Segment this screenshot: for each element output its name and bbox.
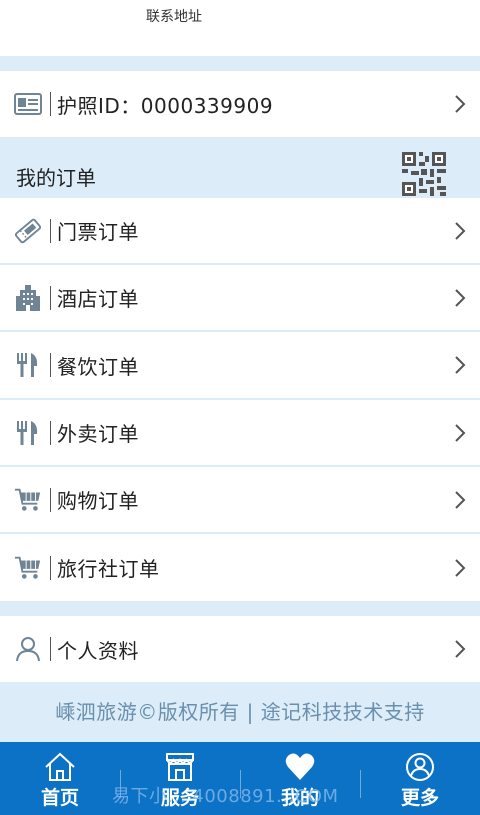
passport-id: 护照ID：0000339909 bbox=[57, 93, 274, 118]
id-card-icon bbox=[14, 90, 42, 118]
separator bbox=[50, 487, 51, 512]
store-icon bbox=[166, 753, 194, 781]
ticket-icon bbox=[14, 217, 42, 245]
order-item-label: 门票订单 bbox=[57, 220, 139, 244]
cart-icon bbox=[14, 554, 42, 582]
heart-icon bbox=[285, 753, 315, 780]
tab-label: 首页 bbox=[40, 787, 79, 809]
hotel-icon bbox=[14, 284, 42, 312]
order-item-hotel[interactable]: 酒店订单 bbox=[0, 265, 480, 330]
tab-label: 更多 bbox=[400, 787, 439, 809]
tab-mine[interactable]: 我的 bbox=[240, 742, 360, 815]
fork-knife-icon bbox=[14, 419, 42, 447]
tab-label: 服务 bbox=[160, 787, 199, 809]
passport-row[interactable]: 护照ID：0000339909 bbox=[0, 71, 480, 196]
qr-code-icon[interactable] bbox=[402, 152, 446, 196]
profile-label: 个人资料 bbox=[57, 638, 139, 663]
address-section: 联系地址 bbox=[0, 0, 480, 56]
order-item-travel-agency[interactable]: 旅行社订单 bbox=[0, 534, 480, 601]
order-item-label: 外卖订单 bbox=[57, 422, 139, 446]
tab-home[interactable]: 首页 bbox=[0, 742, 120, 815]
order-item-label: 餐饮订单 bbox=[57, 354, 139, 379]
fork-knife-icon bbox=[14, 351, 42, 379]
separator bbox=[50, 92, 51, 116]
tab-label: 我的 bbox=[280, 787, 319, 809]
separator bbox=[50, 420, 51, 445]
separator bbox=[50, 637, 51, 661]
profile-row[interactable]: 个人资料 bbox=[0, 616, 480, 682]
user-circle-icon bbox=[406, 753, 434, 781]
separator bbox=[50, 285, 51, 310]
order-item-takeout[interactable]: 外卖订单 bbox=[0, 400, 480, 465]
chevron-right-icon bbox=[455, 490, 466, 509]
cart-icon bbox=[14, 486, 42, 514]
order-item-label: 酒店订单 bbox=[57, 287, 139, 311]
chevron-right-icon bbox=[455, 640, 466, 658]
tab-services[interactable]: 服务 bbox=[120, 742, 240, 815]
chevron-right-icon bbox=[455, 221, 466, 240]
copyright-footer: 嵊泗旅游©版权所有 | 途记科技技术支持 bbox=[55, 700, 425, 724]
chevron-right-icon bbox=[455, 288, 466, 307]
separator bbox=[50, 353, 51, 377]
order-item-dining[interactable]: 餐饮订单 bbox=[0, 332, 480, 398]
order-item-label: 旅行社订单 bbox=[57, 557, 160, 581]
order-item-shopping[interactable]: 购物订单 bbox=[0, 467, 480, 532]
address-label: 联系地址 bbox=[146, 9, 202, 25]
user-icon bbox=[14, 635, 42, 663]
chevron-right-icon bbox=[455, 356, 466, 374]
bottom-tab-bar: 首页 服务 我的 更多 bbox=[0, 742, 480, 815]
chevron-right-icon bbox=[455, 95, 466, 113]
orders-section-title: 我的订单 bbox=[16, 166, 96, 190]
separator bbox=[50, 555, 51, 580]
order-item-label: 购物订单 bbox=[57, 489, 139, 513]
chevron-right-icon bbox=[455, 558, 466, 577]
home-icon bbox=[45, 752, 75, 781]
order-item-tickets[interactable]: 门票订单 bbox=[0, 198, 480, 263]
tab-more[interactable]: 更多 bbox=[360, 742, 480, 815]
separator bbox=[50, 218, 51, 243]
chevron-right-icon bbox=[455, 423, 466, 442]
